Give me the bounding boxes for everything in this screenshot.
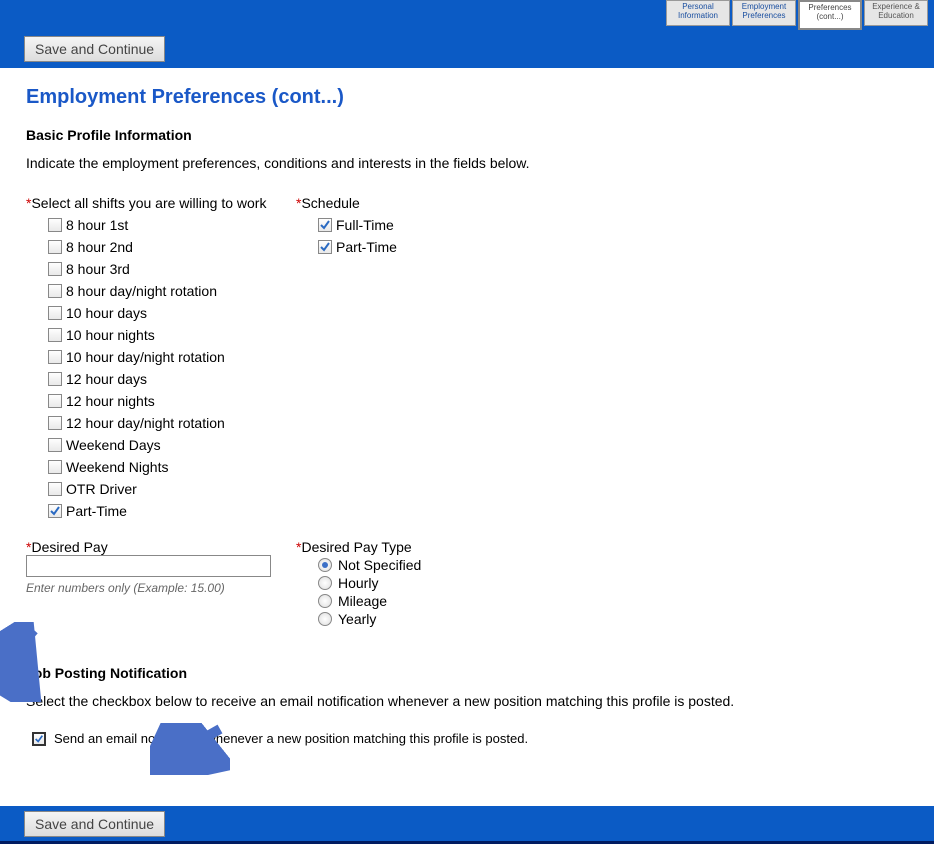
shift-option-label: 8 hour day/night rotation <box>66 283 217 299</box>
shifts-label: *Select all shifts you are willing to wo… <box>26 195 296 211</box>
desired-pay-type-label: *Desired Pay Type <box>296 539 556 555</box>
shift-option-row: 10 hour day/night rotation <box>48 347 296 367</box>
schedule-option-row: Full-Time <box>318 215 556 235</box>
shift-option-checkbox[interactable] <box>48 350 62 364</box>
wizard-step[interactable]: Preferences (cont...) <box>798 0 862 30</box>
shift-option-checkbox[interactable] <box>48 218 62 232</box>
desired-pay-input[interactable] <box>26 555 271 577</box>
pay-type-option-radio[interactable] <box>318 594 332 608</box>
desired-pay-label: *Desired Pay <box>26 539 296 555</box>
shift-option-label: 10 hour day/night rotation <box>66 349 225 365</box>
shift-option-label: Part-Time <box>66 503 127 519</box>
shift-option-label: 12 hour day/night rotation <box>66 415 225 431</box>
schedule-option-checkbox[interactable] <box>318 240 332 254</box>
shift-option-checkbox[interactable] <box>48 240 62 254</box>
pay-type-option-row: Yearly <box>318 611 556 627</box>
schedule-option-row: Part-Time <box>318 237 556 257</box>
save-continue-button-top[interactable]: Save and Continue <box>24 36 165 62</box>
wizard-step[interactable]: Employment Preferences <box>732 0 796 26</box>
shift-option-label: 10 hour nights <box>66 327 155 343</box>
pay-type-option-label: Mileage <box>338 593 387 609</box>
shift-option-row: 12 hour days <box>48 369 296 389</box>
shift-option-checkbox[interactable] <box>48 328 62 342</box>
shift-option-label: 10 hour days <box>66 305 147 321</box>
shift-option-label: 12 hour nights <box>66 393 155 409</box>
pay-type-option-row: Hourly <box>318 575 556 591</box>
shift-option-row: 8 hour 2nd <box>48 237 296 257</box>
schedule-label: *Schedule <box>296 195 556 211</box>
main-content: Employment Preferences (cont...) Basic P… <box>0 68 934 806</box>
shift-option-label: Weekend Days <box>66 437 161 453</box>
shift-option-row: 8 hour day/night rotation <box>48 281 296 301</box>
pay-type-option-radio[interactable] <box>318 576 332 590</box>
shift-option-label: 8 hour 1st <box>66 217 128 233</box>
shift-option-row: 10 hour days <box>48 303 296 323</box>
shift-option-label: 12 hour days <box>66 371 147 387</box>
shift-option-label: 8 hour 2nd <box>66 239 133 255</box>
shift-option-checkbox[interactable] <box>48 372 62 386</box>
shift-option-checkbox[interactable] <box>48 438 62 452</box>
shift-option-row: 10 hour nights <box>48 325 296 345</box>
shift-option-row: 8 hour 3rd <box>48 259 296 279</box>
email-notification-label: Send an email notification whenever a ne… <box>54 731 528 746</box>
shift-option-checkbox[interactable] <box>48 394 62 408</box>
shift-option-row: OTR Driver <box>48 479 296 499</box>
top-bar: Personal InformationEmployment Preferenc… <box>0 0 934 68</box>
wizard-steps: Personal InformationEmployment Preferenc… <box>666 0 928 30</box>
pay-type-option-row: Not Specified <box>318 557 556 573</box>
shift-option-checkbox[interactable] <box>48 482 62 496</box>
page-title: Employment Preferences (cont...) <box>26 86 908 109</box>
shift-option-checkbox[interactable] <box>48 262 62 276</box>
shifts-checkbox-group: 8 hour 1st 8 hour 2nd 8 hour 3rd 8 hour day… <box>48 215 296 521</box>
shift-option-checkbox[interactable] <box>48 306 62 320</box>
schedule-option-label: Part-Time <box>336 239 397 255</box>
save-continue-button-bottom[interactable]: Save and Continue <box>24 811 165 837</box>
desired-pay-type-radio-group: Not Specified Hourly Mileage Yearly <box>296 557 556 627</box>
schedule-option-label: Full-Time <box>336 217 394 233</box>
shift-option-row: Weekend Nights <box>48 457 296 477</box>
schedule-option-checkbox[interactable] <box>318 218 332 232</box>
shift-option-row: 12 hour nights <box>48 391 296 411</box>
shift-option-label: Weekend Nights <box>66 459 168 475</box>
pay-type-option-radio[interactable] <box>318 558 332 572</box>
shift-option-label: 8 hour 3rd <box>66 261 130 277</box>
job-posting-instruction: Select the checkbox below to receive an … <box>26 693 908 709</box>
shift-option-row: Part-Time <box>48 501 296 521</box>
shift-option-checkbox[interactable] <box>48 504 62 518</box>
shift-option-checkbox[interactable] <box>48 284 62 298</box>
shift-option-row: Weekend Days <box>48 435 296 455</box>
annotation-arrow-icon <box>0 622 50 702</box>
shift-option-checkbox[interactable] <box>48 416 62 430</box>
shift-option-checkbox[interactable] <box>48 460 62 474</box>
wizard-step[interactable]: Experience & Education <box>864 0 928 26</box>
schedule-checkbox-group: Full-Time Part-Time <box>318 215 556 257</box>
bottom-bar: Save and Continue <box>0 806 934 844</box>
shift-option-label: OTR Driver <box>66 481 137 497</box>
pay-type-option-row: Mileage <box>318 593 556 609</box>
email-notification-checkbox[interactable] <box>32 732 46 746</box>
pay-type-option-label: Hourly <box>338 575 378 591</box>
desired-pay-hint: Enter numbers only (Example: 15.00) <box>26 581 296 595</box>
job-posting-heading: Job Posting Notification <box>26 665 908 681</box>
pay-type-option-label: Not Specified <box>338 557 421 573</box>
wizard-step[interactable]: Personal Information <box>666 0 730 26</box>
pay-type-option-radio[interactable] <box>318 612 332 626</box>
basic-profile-heading: Basic Profile Information <box>26 127 908 143</box>
shift-option-row: 8 hour 1st <box>48 215 296 235</box>
shift-option-row: 12 hour day/night rotation <box>48 413 296 433</box>
pay-type-option-label: Yearly <box>338 611 376 627</box>
basic-profile-instruction: Indicate the employment preferences, con… <box>26 155 908 171</box>
